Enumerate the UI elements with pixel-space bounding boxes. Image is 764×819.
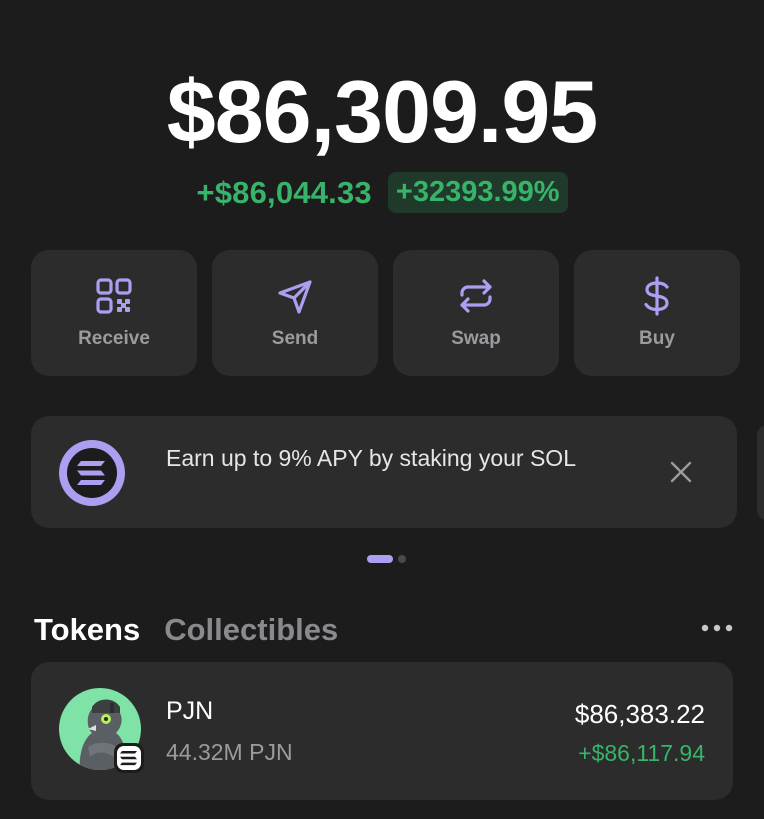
pjn-token-avatar — [58, 687, 146, 775]
token-name: PJN — [166, 697, 214, 725]
send-label: Send — [271, 328, 319, 349]
asset-tabs: Tokens Collectibles — [34, 612, 338, 648]
swap-button[interactable]: Swap — [393, 250, 559, 376]
dollar-icon — [637, 276, 677, 316]
buy-label: Buy — [639, 328, 675, 349]
staking-promo-banner[interactable]: Earn up to 9% APY by staking your SOL — [31, 416, 737, 528]
action-buttons: Receive Send Swap Buy — [31, 250, 740, 376]
more-options-icon[interactable] — [700, 618, 734, 638]
wallet-home-screen: $86,309.95 +$86,044.33 +32393.99% Receiv… — [0, 0, 764, 819]
carousel-dot[interactable] — [397, 555, 406, 563]
total-balance: $86,309.95 — [166, 62, 598, 161]
carousel-indicator — [0, 555, 764, 563]
receive-label: Receive — [78, 328, 150, 349]
banner-text: Earn up to 9% APY by staking your SOL — [166, 445, 576, 471]
qr-code-icon — [94, 276, 134, 316]
token-value: $86,383.22 — [574, 699, 705, 729]
buy-button[interactable]: Buy — [574, 250, 740, 376]
solana-logo-icon — [57, 438, 127, 508]
swap-label: Swap — [451, 328, 501, 349]
send-button[interactable]: Send — [212, 250, 378, 376]
token-change: +$86,117.94 — [578, 740, 705, 766]
tab-tokens[interactable]: Tokens — [34, 612, 140, 648]
send-icon — [275, 276, 315, 316]
swap-icon — [456, 276, 496, 316]
next-banner-peek[interactable] — [757, 425, 764, 520]
balance-change-row: +$86,044.33 +32393.99% — [0, 172, 764, 213]
close-icon[interactable] — [667, 458, 695, 486]
token-amount: 44.32M PJN — [166, 739, 293, 765]
balance-change-amount: +$86,044.33 — [196, 174, 372, 210]
carousel-dot-active[interactable] — [366, 555, 393, 563]
token-row-pjn[interactable]: PJN 44.32M PJN $86,383.22 +$86,117.94 — [31, 662, 733, 800]
balance-change-percent-badge: +32393.99% — [387, 172, 568, 213]
receive-button[interactable]: Receive — [31, 250, 197, 376]
tab-collectibles[interactable]: Collectibles — [164, 612, 338, 648]
